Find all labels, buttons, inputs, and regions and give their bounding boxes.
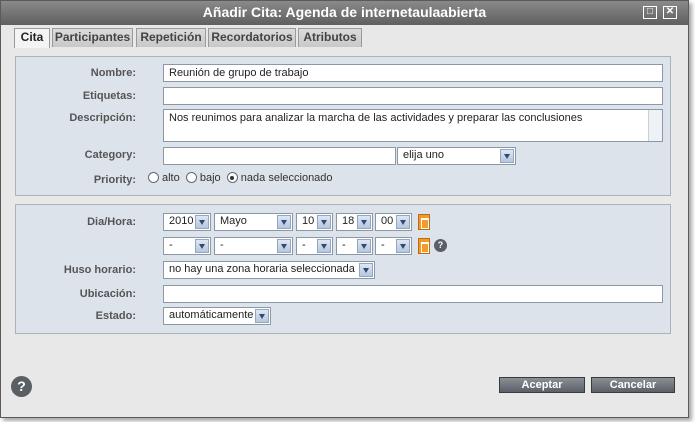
end-year-select[interactable]: -: [163, 237, 211, 255]
chevron-down-icon[interactable]: [195, 215, 209, 229]
tab-bar: Cita Participantes Repetición Recordator…: [1, 25, 688, 48]
chevron-down-icon[interactable]: [357, 239, 371, 253]
dialog-window: Añadir Cita: Agenda de internetaulaabier…: [0, 0, 689, 418]
aceptar-button[interactable]: Aceptar: [499, 377, 585, 393]
priority-option-alto-label: alto: [162, 172, 180, 184]
start-year-select[interactable]: 2010: [163, 213, 211, 231]
calendar-icon[interactable]: [418, 214, 430, 230]
cancelar-button[interactable]: Cancelar: [591, 377, 675, 393]
help-icon[interactable]: ?: [11, 376, 32, 397]
priority-option-alto[interactable]: alto: [148, 172, 180, 184]
window-title: Añadir Cita: Agenda de internetaulaabier…: [202, 4, 487, 20]
general-panel: Nombre: Reunión de grupo de trabajo Etiq…: [15, 56, 671, 196]
maximize-icon[interactable]: □: [643, 6, 657, 19]
end-minute-value: -: [381, 239, 385, 251]
diahora-label: Dia/Hora:: [87, 216, 136, 228]
start-year-value: 2010: [169, 215, 194, 227]
schedule-panel: Dia/Hora: 2010 Mayo 10 18 00 - - - - - ?…: [15, 204, 671, 334]
chevron-down-icon[interactable]: [277, 239, 291, 253]
chevron-down-icon[interactable]: [359, 263, 373, 277]
start-day-value: 10: [302, 215, 315, 227]
start-hour-value: 18: [342, 215, 355, 227]
end-year-value: -: [169, 239, 173, 251]
descripcion-label: Descripción:: [69, 112, 136, 124]
end-month-value: -: [220, 239, 224, 251]
huso-select[interactable]: no hay una zona horaria seleccionada: [163, 261, 375, 279]
ubicacion-label: Ubicación:: [79, 288, 136, 300]
huso-value: no hay una zona horaria seleccionada: [169, 263, 355, 275]
nombre-input[interactable]: Reunión de grupo de trabajo: [163, 64, 663, 82]
help-icon[interactable]: ?: [434, 239, 447, 252]
end-hour-value: -: [342, 239, 346, 251]
priority-option-nada[interactable]: nada seleccionado: [226, 172, 333, 184]
start-minute-value: 00: [381, 215, 394, 227]
start-month-value: Mayo: [220, 215, 247, 227]
radio-icon[interactable]: [185, 172, 197, 183]
nombre-label: Nombre:: [90, 67, 136, 79]
etiquetas-label: Etiquetas:: [82, 90, 136, 102]
priority-label: Priority:: [93, 174, 136, 186]
chevron-down-icon[interactable]: [500, 149, 514, 163]
title-bar[interactable]: Añadir Cita: Agenda de internetaulaabier…: [1, 1, 688, 25]
start-day-select[interactable]: 10: [296, 213, 333, 231]
priority-option-bajo-label: bajo: [199, 172, 221, 184]
end-month-select[interactable]: -: [214, 237, 293, 255]
category-select[interactable]: elija uno: [397, 147, 516, 165]
start-minute-select[interactable]: 00: [375, 213, 412, 231]
estado-value: automáticamente: [169, 309, 254, 321]
tab-recordatorios[interactable]: Recordatorios: [208, 28, 296, 47]
huso-label: Huso horario:: [63, 264, 136, 276]
category-input[interactable]: [163, 147, 396, 165]
end-day-value: -: [302, 239, 306, 251]
descripcion-textarea[interactable]: Nos reunimos para analizar la marcha de …: [163, 109, 663, 142]
chevron-down-icon[interactable]: [195, 239, 209, 253]
tab-cita[interactable]: Cita: [14, 28, 50, 48]
chevron-down-icon[interactable]: [317, 239, 331, 253]
category-select-value: elija uno: [403, 149, 444, 161]
chevron-down-icon[interactable]: [396, 215, 410, 229]
end-hour-select[interactable]: -: [336, 237, 373, 255]
chevron-down-icon[interactable]: [317, 215, 331, 229]
start-hour-select[interactable]: 18: [336, 213, 373, 231]
descripcion-scrollbar[interactable]: [648, 110, 662, 141]
chevron-down-icon[interactable]: [255, 309, 269, 323]
start-month-select[interactable]: Mayo: [214, 213, 293, 231]
end-minute-select[interactable]: -: [375, 237, 412, 255]
end-day-select[interactable]: -: [296, 237, 333, 255]
priority-radio-group: alto bajo nada seleccionado: [148, 172, 333, 184]
radio-icon[interactable]: [148, 172, 159, 183]
radio-selected-icon[interactable]: [226, 172, 238, 183]
estado-select[interactable]: automáticamente: [163, 307, 271, 325]
chevron-down-icon[interactable]: [396, 239, 410, 253]
calendar-icon[interactable]: [418, 238, 430, 254]
tab-repeticion[interactable]: Repetición: [136, 28, 206, 47]
ubicacion-input[interactable]: [163, 285, 663, 303]
etiquetas-input[interactable]: [163, 87, 663, 105]
tab-participantes[interactable]: Participantes: [52, 28, 133, 47]
descripcion-text: Nos reunimos para analizar la marcha de …: [169, 112, 583, 124]
chevron-down-icon[interactable]: [277, 215, 291, 229]
estado-label: Estado:: [95, 310, 136, 322]
priority-option-bajo[interactable]: bajo: [185, 172, 221, 184]
chevron-down-icon[interactable]: [357, 215, 371, 229]
category-label: Category:: [84, 149, 136, 161]
priority-option-nada-label: nada seleccionado: [240, 172, 333, 184]
tab-atributos[interactable]: Atributos: [298, 28, 362, 47]
close-icon[interactable]: ✕: [663, 6, 677, 19]
